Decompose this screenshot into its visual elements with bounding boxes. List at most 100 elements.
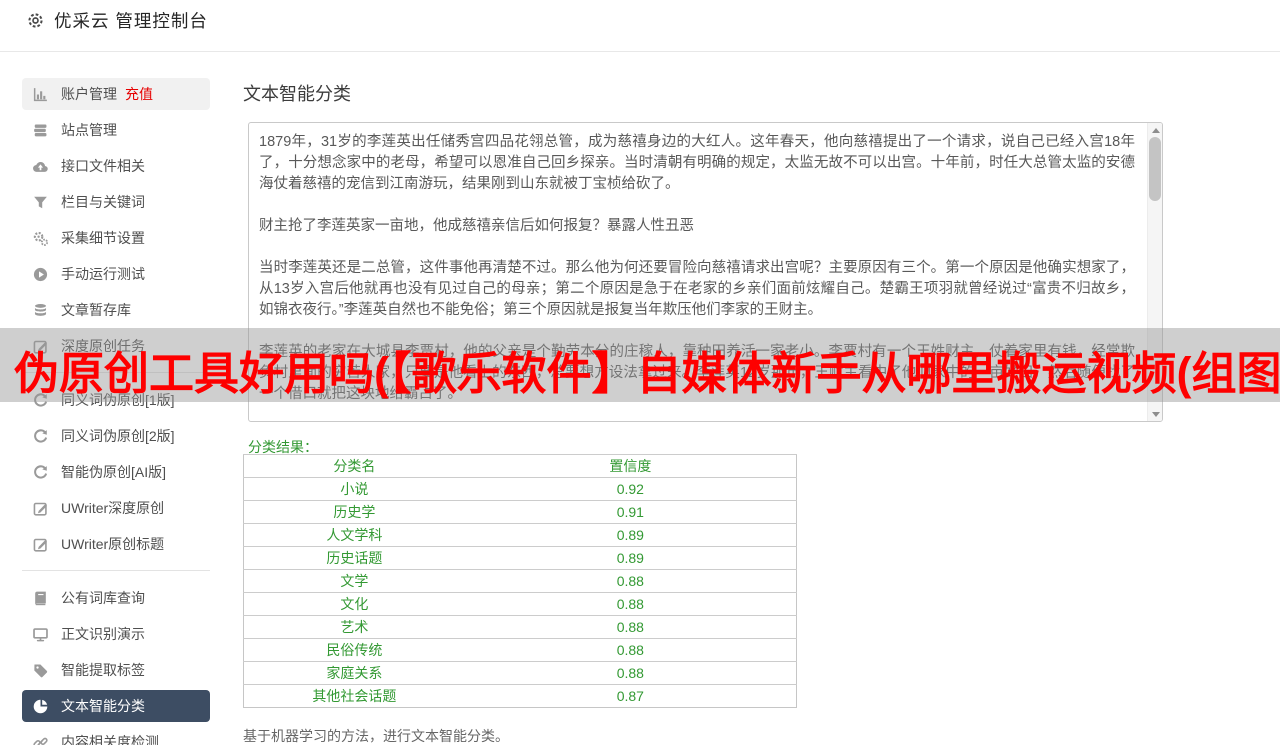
textarea-paragraph: 李莲英的老家在大城县李贾村，他的父亲是个勤劳本分的庄稼人，靠种田养活一家老小。李… bbox=[259, 344, 1135, 402]
sidebar-nav: 账户管理 充值 站点管理 接口文件相关 栏目与关键词 采集细节设置 手动运行测试… bbox=[0, 52, 224, 745]
table-row: 其他社会话题 0.87 bbox=[243, 684, 797, 708]
confidence-cell: 0.89 bbox=[464, 523, 797, 547]
sidebar-item-synonym-rewrite-2[interactable]: 同义词伪原创[2版] bbox=[22, 420, 210, 452]
play-icon bbox=[32, 266, 49, 283]
sidebar-item-label: 站点管理 bbox=[61, 122, 117, 138]
sidebar-item-label: 文章暂存库 bbox=[61, 302, 131, 318]
table-row: 文化 0.88 bbox=[243, 592, 797, 616]
confidence-cell: 0.92 bbox=[464, 477, 797, 501]
sidebar-item-label: 手动运行测试 bbox=[61, 266, 145, 282]
confidence-cell: 0.87 bbox=[464, 684, 797, 708]
sidebar-item-label: 文本智能分类 bbox=[61, 698, 145, 714]
sidebar-item-text-classification[interactable]: 文本智能分类 bbox=[22, 690, 210, 722]
sidebar-item-uwriter-title[interactable]: UWriter原创标题 bbox=[22, 528, 210, 560]
category-cell: 历史学 bbox=[243, 500, 465, 524]
refresh-icon bbox=[32, 464, 49, 481]
sidebar-item-deep-original-task[interactable]: 深度原创任务 bbox=[22, 330, 210, 362]
category-cell: 小说 bbox=[243, 477, 465, 501]
confidence-cell: 0.88 bbox=[464, 615, 797, 639]
scroll-up-button[interactable] bbox=[1148, 123, 1162, 137]
sidebar-item-public-thesaurus[interactable]: 公有词库查询 bbox=[22, 582, 210, 614]
sidebar-item-uwriter-deep[interactable]: UWriter深度原创 bbox=[22, 492, 210, 524]
arrow-up-icon bbox=[1151, 128, 1160, 133]
sidebar-item-article-cache[interactable]: 文章暂存库 bbox=[22, 294, 210, 326]
edit-icon bbox=[32, 500, 49, 517]
confidence-cell: 0.88 bbox=[464, 661, 797, 685]
sidebar-item-smart-tags[interactable]: 智能提取标签 bbox=[22, 654, 210, 686]
category-cell: 其他社会话题 bbox=[243, 684, 465, 708]
category-cell: 艺术 bbox=[243, 615, 465, 639]
textarea-paragraph: 1879年，31岁的李莲英出任储秀宫四品花翎总管，成为慈禧身边的大红人。这年春天… bbox=[259, 134, 1135, 192]
sidebar-item-synonym-rewrite-1[interactable]: 同义词伪原创[1版] bbox=[22, 384, 210, 416]
table-row: 历史学 0.91 bbox=[243, 500, 797, 524]
footer-note: 基于机器学习的方法，进行文本智能分类。 bbox=[243, 728, 509, 744]
textarea-paragraph: 财主抢了李莲英家一亩地，他成慈禧亲信后如何报复？暴露人性丑恶 bbox=[259, 218, 694, 234]
sidebar-item-label: 深度原创任务 bbox=[61, 338, 145, 354]
sidebar-item-label: UWriter原创标题 bbox=[61, 536, 165, 552]
table-row: 艺术 0.88 bbox=[243, 615, 797, 639]
sidebar-item-label: 智能提取标签 bbox=[61, 662, 145, 678]
sidebar-item-columns-keywords[interactable]: 栏目与关键词 bbox=[22, 186, 210, 218]
sidebar-item-account[interactable]: 账户管理 充值 bbox=[22, 78, 210, 110]
edit-icon bbox=[32, 338, 49, 355]
sidebar-item-sites[interactable]: 站点管理 bbox=[22, 114, 210, 146]
sidebar-divider bbox=[22, 372, 210, 373]
results-table-body: 小说 0.92 历史学 0.91 人文学科 0.89 历史话题 0.89 文学 … bbox=[243, 477, 797, 708]
table-row: 小说 0.92 bbox=[243, 477, 797, 501]
table-header-row: 分类名 置信度 bbox=[243, 454, 797, 478]
monitor-icon bbox=[32, 626, 49, 643]
confidence-cell: 0.88 bbox=[464, 569, 797, 593]
link-icon bbox=[32, 734, 49, 746]
sidebar-divider bbox=[22, 570, 210, 571]
edit-icon bbox=[32, 536, 49, 553]
column-header-confidence: 置信度 bbox=[464, 454, 797, 478]
category-cell: 历史话题 bbox=[243, 546, 465, 570]
refresh-icon bbox=[32, 428, 49, 445]
sidebar-item-ai-rewrite[interactable]: 智能伪原创[AI版] bbox=[22, 456, 210, 488]
classification-input-textarea[interactable]: 1879年，31岁的李莲英出任储秀宫四品花翎总管，成为慈禧身边的大红人。这年春天… bbox=[248, 122, 1163, 422]
sidebar-item-content-extract[interactable]: 正文识别演示 bbox=[22, 618, 210, 650]
recharge-badge[interactable]: 充值 bbox=[125, 84, 153, 104]
tag-icon bbox=[32, 662, 49, 679]
bar-chart-icon bbox=[32, 86, 49, 103]
scrollbar-thumb[interactable] bbox=[1149, 137, 1161, 201]
cloud-upload-icon bbox=[32, 158, 49, 175]
confidence-cell: 0.88 bbox=[464, 592, 797, 616]
column-header-category: 分类名 bbox=[243, 454, 465, 478]
table-row: 人文学科 0.89 bbox=[243, 523, 797, 547]
textarea-content: 1879年，31岁的李莲英出任储秀宫四品花翎总管，成为慈禧身边的大红人。这年春天… bbox=[249, 123, 1149, 421]
server-icon bbox=[32, 122, 49, 139]
page-title: 文本智能分类 bbox=[243, 84, 351, 104]
sidebar-item-label: 栏目与关键词 bbox=[61, 194, 145, 210]
app-title: 优采云 管理控制台 bbox=[54, 11, 208, 31]
sidebar-item-collect-settings[interactable]: 采集细节设置 bbox=[22, 222, 210, 254]
book-icon bbox=[32, 590, 49, 607]
textarea-paragraph: 当时李莲英还是二总管，这件事他再清楚不过。那么他为何还要冒险向慈禧请求出宫呢？主… bbox=[259, 260, 1135, 318]
confidence-cell: 0.89 bbox=[464, 546, 797, 570]
sidebar-item-label: 采集细节设置 bbox=[61, 230, 145, 246]
sidebar-item-label: 接口文件相关 bbox=[61, 158, 145, 174]
category-cell: 民俗传统 bbox=[243, 638, 465, 662]
sidebar-item-interface-files[interactable]: 接口文件相关 bbox=[22, 150, 210, 182]
results-table: 分类名 置信度 小说 0.92 历史学 0.91 人文学科 0.89 历史话题 … bbox=[243, 454, 797, 708]
category-cell: 文化 bbox=[243, 592, 465, 616]
sidebar-item-label: 同义词伪原创[2版] bbox=[61, 428, 175, 444]
textarea-scrollbar[interactable] bbox=[1147, 123, 1162, 421]
main-content: 文本智能分类 1879年，31岁的李莲英出任储秀宫四品花翎总管，成为慈禧身边的大… bbox=[243, 52, 1280, 745]
sidebar-item-content-relevance[interactable]: 内容相关度检测 bbox=[22, 726, 210, 745]
category-cell: 家庭关系 bbox=[243, 661, 465, 685]
sidebar-item-manual-run-test[interactable]: 手动运行测试 bbox=[22, 258, 210, 290]
filter-icon bbox=[32, 194, 49, 211]
scroll-down-button[interactable] bbox=[1148, 407, 1162, 421]
gear-icon bbox=[26, 11, 45, 30]
sidebar-item-label: 正文识别演示 bbox=[61, 626, 145, 642]
sidebar-item-label: 同义词伪原创[1版] bbox=[61, 392, 175, 408]
table-row: 文学 0.88 bbox=[243, 569, 797, 593]
sidebar-item-label: 账户管理 bbox=[61, 86, 117, 102]
database-icon bbox=[32, 302, 49, 319]
sidebar-item-label: UWriter深度原创 bbox=[61, 500, 165, 516]
gears-icon bbox=[32, 230, 49, 247]
category-cell: 人文学科 bbox=[243, 523, 465, 547]
refresh-icon bbox=[32, 392, 49, 409]
top-bar: 优采云 管理控制台 bbox=[0, 0, 1280, 52]
